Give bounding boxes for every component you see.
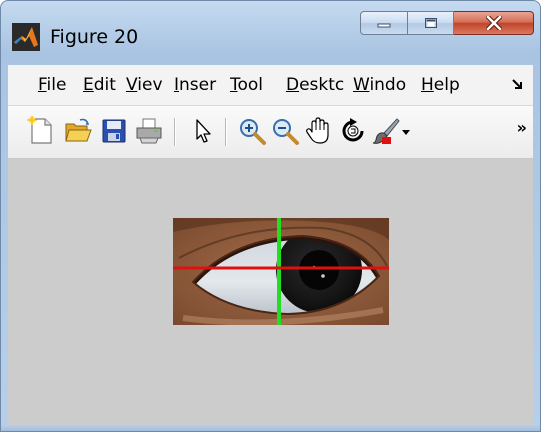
menu-view-label: iev [137,75,163,95]
window-title: Figure 20 [50,26,139,48]
menu-tools[interactable]: Tool [230,65,280,105]
brush-dropdown-icon[interactable] [399,116,413,146]
rotate-3d-icon[interactable] [338,116,368,146]
toolbar-separator [225,118,226,146]
edit-plot-arrow-icon[interactable] [188,116,218,146]
zoom-out-icon[interactable] [270,116,300,146]
menu-view-accel: V [126,75,138,95]
menu-insert-label: nser [179,75,217,95]
menu-file[interactable]: File [38,65,73,105]
toolbar-separator [174,118,175,146]
menu-overflow-icon[interactable] [511,77,525,93]
figure-canvas[interactable] [8,159,533,425]
eye-image [173,218,389,325]
new-figure-icon[interactable] [26,116,56,146]
menu-insert[interactable]: Inser [174,65,222,105]
window-bottom-border [1,425,540,431]
menu-help-label: elp [433,75,460,95]
minimize-icon [377,23,391,28]
figure-toolbar: » [8,106,533,159]
open-file-icon[interactable] [63,116,93,146]
menu-desktop-label: esktc [299,75,345,95]
menu-help[interactable]: Help [421,65,461,105]
pan-hand-icon[interactable] [303,116,333,146]
menu-tools-label: ool [237,75,264,95]
toolbar-overflow-button[interactable]: » [517,118,527,137]
menu-edit-accel: E [83,75,94,95]
menu-edit-label: dit [93,75,116,95]
close-icon [485,16,502,30]
title-bar[interactable]: Figure 20 [1,1,540,61]
menu-tools-accel: T [230,75,238,95]
menu-window[interactable]: Windo [353,65,411,105]
maximize-icon [424,18,437,28]
minimize-button[interactable] [360,11,408,35]
print-icon[interactable] [134,116,164,146]
menu-file-accel: F [38,75,47,95]
menu-file-label: ile [46,75,67,95]
zoom-in-icon[interactable] [237,116,267,146]
matlab-logo-icon [12,23,40,51]
menu-bar: File Edit Viev Inser Tool Desktc Windo H… [8,65,533,106]
menu-desktop-accel: D [286,75,300,95]
menu-window-label: indo [369,75,407,95]
maximize-button[interactable] [408,11,454,35]
menu-edit[interactable]: Edit [83,65,117,105]
menu-help-accel: H [421,75,434,95]
save-icon[interactable] [99,116,129,146]
menu-desktop[interactable]: Desktc [286,65,347,105]
caption-buttons [360,11,534,35]
figure-window: Figure 20 File Edit Viev Inser Tool Desk… [0,0,541,432]
menu-window-accel: W [353,75,370,95]
close-button[interactable] [454,11,534,35]
menu-view[interactable]: Viev [126,65,164,105]
brush-icon[interactable] [371,116,401,146]
